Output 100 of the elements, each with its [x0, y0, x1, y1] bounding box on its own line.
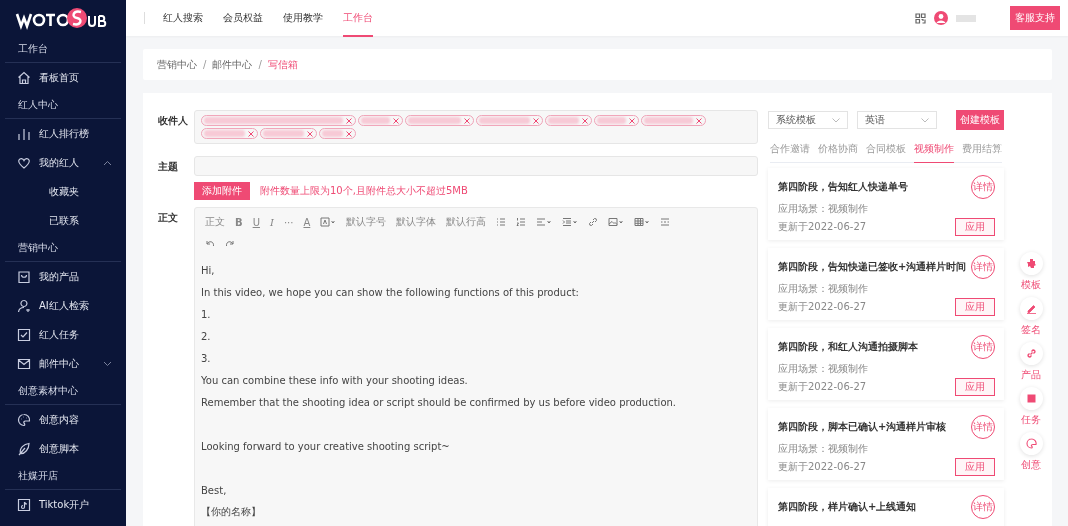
close-icon[interactable] — [696, 117, 702, 124]
toolbar-button[interactable]: 默认字体 — [396, 215, 437, 229]
qr-code-icon[interactable] — [915, 12, 926, 24]
template-tab[interactable]: 价格协商 — [818, 142, 858, 163]
toolbar-button[interactable]: A — [303, 216, 311, 228]
tiktok-icon — [17, 497, 31, 512]
nav-tab[interactable]: 使用教学 — [283, 0, 323, 37]
sidebar-item[interactable]: Tiktok开户 — [0, 490, 126, 519]
body-text-line: Hi, — [201, 263, 216, 278]
template-tab[interactable]: 合同模板 — [866, 142, 906, 163]
template-tab[interactable]: 费用结算 — [962, 142, 1002, 163]
sidebar-item[interactable]: 红人排行榜 — [0, 119, 126, 148]
image-icon[interactable] — [608, 217, 625, 227]
toolbar-button[interactable]: 默认行高 — [446, 215, 487, 229]
nav-tab[interactable]: 会员权益 — [223, 0, 263, 37]
nav-tab[interactable]: 工作台 — [343, 0, 373, 37]
subject-field[interactable] — [194, 156, 758, 176]
heart-icon — [17, 155, 31, 170]
sidebar-section-title: 工作台 — [5, 36, 121, 63]
close-icon[interactable] — [346, 117, 352, 124]
indent-icon[interactable] — [562, 217, 579, 227]
sidebar-item[interactable]: 创意脚本 — [0, 434, 126, 463]
close-icon[interactable] — [346, 130, 352, 137]
update-date: 更新于2022-06-27 — [778, 460, 867, 474]
sidebar-item[interactable]: AI红人检索 — [0, 291, 126, 320]
toolbar-button[interactable]: B — [235, 216, 243, 228]
float-button[interactable] — [1019, 297, 1043, 320]
float-button-label: 创意 — [1021, 458, 1041, 472]
link-icon — [1025, 348, 1037, 359]
redo-icon[interactable] — [225, 239, 235, 249]
body-text-line: In this video, we hope you can show the following functions of this product: — [201, 285, 580, 300]
link-icon[interactable] — [588, 217, 599, 227]
close-icon[interactable] — [393, 117, 399, 124]
sidebar-item[interactable]: 创意内容 — [0, 405, 126, 434]
toolbar-button[interactable]: I — [269, 216, 274, 228]
sidebar-subitem[interactable]: 收藏夹 — [0, 177, 126, 206]
mail-icon — [17, 356, 31, 371]
toolbar-button[interactable]: ··· — [283, 216, 294, 228]
template-title: 第四阶段，告知红人快递单号 — [778, 180, 908, 194]
avatar-icon[interactable] — [934, 11, 948, 25]
sidebar-item[interactable]: 看板首页 — [0, 63, 126, 92]
float-button[interactable] — [1019, 342, 1043, 365]
recipients-field[interactable] — [194, 110, 758, 144]
body-text-line: Remember that the shooting idea or script should be confirmed by us before video production. — [201, 395, 678, 410]
apply-button[interactable]: 应用 — [955, 218, 995, 236]
apply-button[interactable]: 应用 — [955, 298, 995, 316]
template-tab[interactable]: 合作邀请 — [770, 142, 810, 163]
sidebar-item[interactable]: 我的红人 — [0, 148, 126, 177]
sidebar-section-title: 红人中心 — [5, 92, 121, 119]
puzzle-icon — [1025, 258, 1037, 269]
float-button[interactable] — [1019, 252, 1043, 275]
body-text-line: 【你的名称】 — [201, 505, 262, 519]
table-icon[interactable] — [634, 217, 651, 227]
body-text-line: Looking forward to your creative shooting script~ — [201, 439, 451, 454]
toolbar-button[interactable]: U — [252, 216, 260, 228]
editor-field[interactable] — [194, 207, 758, 526]
field-label: 正文 — [158, 211, 179, 225]
template-type-select[interactable]: 系统模板 — [768, 111, 848, 129]
update-date: 更新于2022-06-27 — [778, 220, 867, 234]
toolbar-button[interactable]: 正文 — [205, 215, 225, 229]
breadcrumb-separator: / — [203, 59, 207, 70]
nav-tab[interactable]: 红人搜索 — [163, 0, 203, 37]
feather-icon — [17, 441, 31, 456]
close-icon[interactable] — [582, 117, 588, 124]
close-icon[interactable] — [248, 130, 254, 137]
sidebar-subitem[interactable]: 已联系 — [0, 206, 126, 235]
float-button[interactable] — [1019, 432, 1043, 455]
body-text-line: 3. — [201, 351, 212, 366]
apply-button[interactable]: 应用 — [955, 458, 995, 476]
bag-icon — [17, 269, 31, 284]
blurred-username — [956, 14, 976, 22]
update-date: 更新于2022-06-27 — [778, 300, 867, 314]
float-button[interactable] — [1019, 387, 1043, 410]
close-icon[interactable] — [307, 130, 313, 137]
align-icon[interactable] — [536, 217, 553, 227]
toolbar-button[interactable]: 默认字号 — [346, 215, 387, 229]
template-tab[interactable]: 视频制作 — [914, 142, 954, 163]
template-title: 第四阶段，和红人沟通拍摄脚本 — [778, 340, 918, 354]
support-button[interactable]: 客服支持 — [1010, 6, 1060, 30]
sidebar-item[interactable]: 邮件中心 — [0, 349, 126, 378]
chevron-icon — [921, 117, 929, 123]
undo-icon[interactable] — [205, 239, 215, 249]
highlight-icon[interactable] — [320, 217, 337, 227]
add-attachment-button[interactable]: 添加附件 — [194, 182, 250, 200]
close-icon[interactable] — [629, 117, 635, 124]
sidebar-item[interactable]: 红人任务 — [0, 320, 126, 349]
template-title: 第四阶段，告知快递已签收+沟通样片时间 — [778, 260, 967, 274]
template-title: 第四阶段，样片确认+上线通知 — [778, 500, 917, 514]
float-button-label: 产品 — [1021, 368, 1041, 382]
float-button-label: 模板 — [1021, 278, 1041, 292]
update-date: 更新于2022-06-27 — [778, 380, 867, 394]
language-select[interactable]: 英语 — [857, 111, 937, 129]
create-template-button[interactable]: 创建模板 — [956, 110, 1004, 130]
breadcrumb-item[interactable]: 营销中心 — [157, 57, 197, 72]
close-icon[interactable] — [464, 117, 470, 124]
close-icon[interactable] — [533, 117, 539, 124]
sidebar-section-title: 社媒开店 — [5, 463, 121, 490]
apply-button[interactable]: 应用 — [955, 378, 995, 396]
sidebar-item[interactable]: 我的产品 — [0, 262, 126, 291]
breadcrumb-item[interactable]: 邮件中心 — [212, 57, 253, 72]
